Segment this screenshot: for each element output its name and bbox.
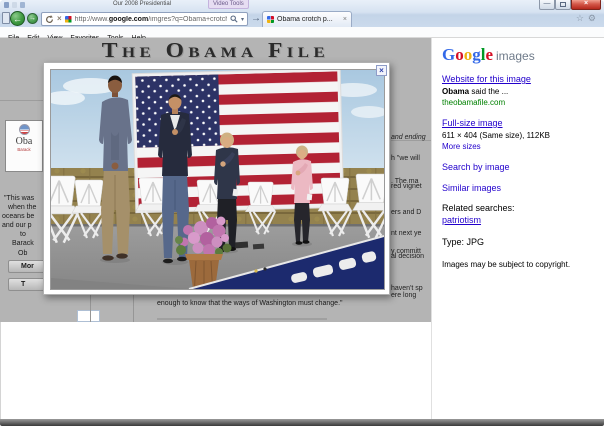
page-icon xyxy=(2,12,10,24)
quick-tools: ☆⚙ xyxy=(576,13,600,24)
maximize-button[interactable] xyxy=(555,0,571,10)
quote-line: when the xyxy=(8,204,37,211)
article-fragment: ere long xyxy=(391,292,417,299)
related-search-patriotism-link[interactable]: patriotism xyxy=(442,215,598,225)
pledge-photo[interactable] xyxy=(50,69,385,290)
article-fragment: h "we will xyxy=(391,155,420,162)
window-controls: — × xyxy=(539,0,601,10)
pledge-photo-svg xyxy=(51,70,384,289)
article-fragment: red vignet xyxy=(391,183,422,190)
logo-letter: G xyxy=(442,45,456,64)
title-and-command-bar: Our 2008 Presidential Video Tools ← → × … xyxy=(0,0,604,27)
google-images-logo: Google images xyxy=(442,45,598,65)
quote-line: to xyxy=(20,231,26,238)
quote-line: oceans be xyxy=(2,213,35,220)
minimize-button[interactable]: — xyxy=(539,0,555,10)
tab-favicon xyxy=(267,16,274,23)
image-lightbox: × xyxy=(43,62,390,295)
menu-bar: FileEditViewFavoritesToolsHelp xyxy=(0,27,604,42)
lightbox-close-icon[interactable]: × xyxy=(376,65,387,76)
full-size-image-link[interactable]: Full-size image xyxy=(442,118,598,128)
table-border xyxy=(133,293,134,322)
google-images-panel: Google images Website for this image Obam… xyxy=(431,38,604,419)
back-button[interactable]: ← xyxy=(10,11,25,26)
logo-letter: e xyxy=(485,45,494,64)
site-title-bold: Obama xyxy=(442,87,470,96)
file-type-info: Type: JPG xyxy=(442,237,485,247)
quote-attribution: Barack xyxy=(12,240,34,247)
browser-window: Our 2008 Presidential Video Tools ← → × … xyxy=(0,0,604,426)
url-domain: google.com xyxy=(108,15,149,23)
article-fragment: haven't sp xyxy=(391,285,423,292)
search-by-image-link[interactable]: Search by image xyxy=(442,162,598,172)
close-button[interactable]: × xyxy=(571,0,601,10)
table-border xyxy=(90,293,91,322)
site-favicon xyxy=(64,15,72,23)
maximize-icon xyxy=(560,2,566,7)
window-title: Our 2008 Presidential xyxy=(113,1,172,7)
site-title-rest: said the ... xyxy=(469,87,509,96)
quote-line: "This was xyxy=(4,195,35,202)
site-title: Obama said the ... xyxy=(442,87,598,96)
logo-letter: o xyxy=(455,45,464,64)
titlebar-quick-icon xyxy=(12,2,17,8)
site-logo-caption: Barack xyxy=(17,147,31,153)
more-sizes-link[interactable]: More sizes xyxy=(442,142,598,151)
go-button[interactable]: → xyxy=(251,13,261,24)
divider xyxy=(0,100,43,101)
logo-suffix: images xyxy=(496,49,535,63)
quote-attribution-2: Ob xyxy=(18,250,28,257)
site-logo-word: Oba xyxy=(15,136,33,147)
site-logo-box: Oba Barack xyxy=(5,120,43,172)
url-prefix: http://www. xyxy=(74,15,109,23)
url-path: /imgres?q=Obama+crotch+pledge+of+allegia… xyxy=(148,15,227,23)
window-bottom-edge xyxy=(0,419,604,426)
similar-images-link[interactable]: Similar images xyxy=(442,183,598,193)
website-for-image-link[interactable]: Website for this image xyxy=(442,74,598,84)
toolbar-chip: Video Tools xyxy=(208,0,249,9)
tab-close-icon[interactable]: × xyxy=(343,16,347,23)
tab-title: Obama crotch p... xyxy=(277,16,333,23)
image-placeholder-box xyxy=(77,310,100,322)
settings-gear-icon[interactable]: ⚙ xyxy=(588,13,600,23)
browser-tab[interactable]: Obama crotch p... × xyxy=(262,11,352,27)
article-fragment: and ending xyxy=(391,134,426,141)
favorites-star-icon[interactable]: ☆ xyxy=(576,13,588,23)
article-fragment: ers and D xyxy=(391,209,422,216)
page-masthead: The Obama File xyxy=(101,38,330,62)
url-text: http://www.google.com/imgres?q=Obama+cro… xyxy=(75,16,227,23)
logo-letter: g xyxy=(472,45,481,64)
logo-letter: o xyxy=(463,45,473,64)
copyright-notice: Images may be subject to copyright. xyxy=(442,260,571,269)
site-domain: theobamafile.com xyxy=(442,98,506,107)
article-line: enough to know that the ways of Washingt… xyxy=(157,300,343,307)
chevron-down-icon[interactable]: ▾ xyxy=(241,16,244,23)
quote-line: and our p xyxy=(2,222,32,229)
titlebar-quick-icon-2 xyxy=(20,2,25,8)
obama-sunrise-logo-icon xyxy=(18,124,30,135)
forward-button[interactable]: → xyxy=(27,13,38,24)
clipped-text-line xyxy=(157,318,327,320)
image-size-info: 611 × 404 (Same size), 112KB xyxy=(442,131,550,140)
refresh-icon[interactable] xyxy=(45,14,54,24)
stop-icon[interactable]: × xyxy=(57,15,62,23)
related-searches-label: Related searches: xyxy=(442,203,515,213)
article-fragment: nt next ye xyxy=(391,230,422,237)
address-bar[interactable]: × http://www.google.com/imgres?q=Obama+c… xyxy=(41,12,248,26)
titlebar-app-icon xyxy=(4,2,9,8)
article-fragment: al decision xyxy=(391,253,425,260)
search-icon[interactable] xyxy=(230,15,238,23)
